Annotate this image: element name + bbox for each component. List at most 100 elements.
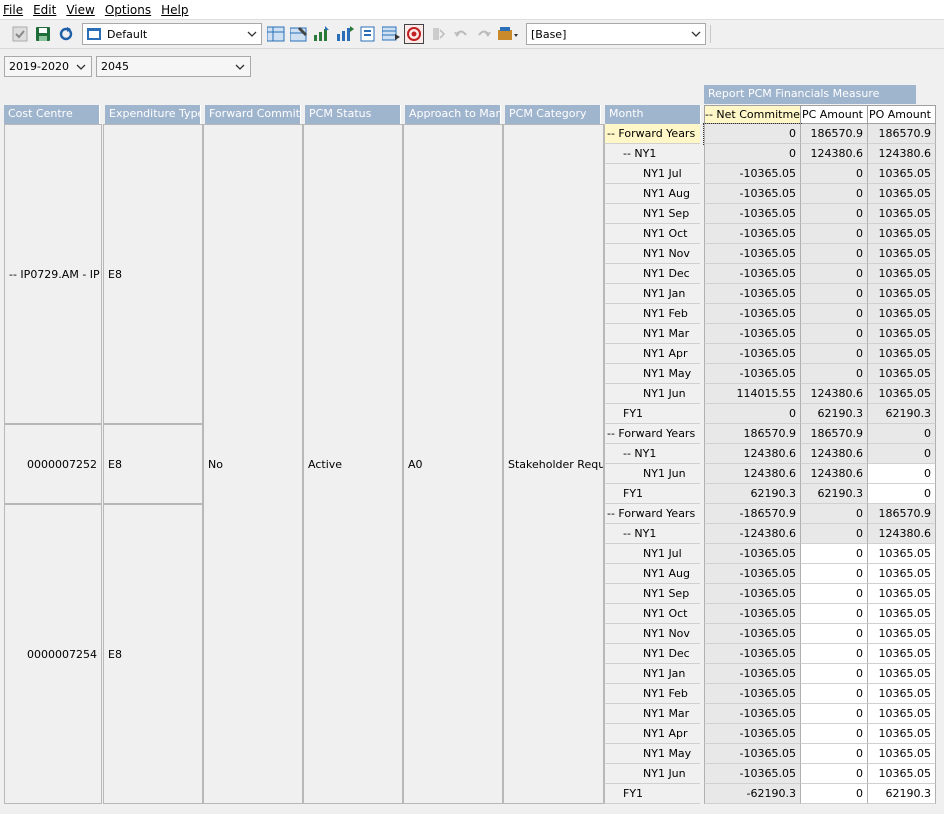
net-commitment-cell[interactable]: -10365.05	[704, 744, 801, 764]
po-amount-cell[interactable]: 10365.05	[868, 224, 936, 244]
year-select[interactable]: 2019-2020	[4, 56, 92, 77]
pc-amount-cell[interactable]: 0	[801, 544, 868, 564]
pc-amount-cell[interactable]: 0	[801, 284, 868, 304]
net-commitment-cell[interactable]: -10365.05	[704, 324, 801, 344]
approach-to-market-cell[interactable]: A0	[403, 124, 503, 804]
net-commitment-cell[interactable]: -10365.05	[704, 624, 801, 644]
refresh-icon[interactable]	[56, 24, 76, 44]
pcm-status-header[interactable]: PCM Status	[305, 105, 401, 124]
po-amount-cell[interactable]: 10365.05	[868, 604, 936, 624]
po-amount-cell[interactable]: 10365.05	[868, 164, 936, 184]
version-select[interactable]: 2045	[96, 56, 251, 77]
po-amount-cell[interactable]: 10365.05	[868, 384, 936, 404]
pc-amount-cell[interactable]: 0	[801, 364, 868, 384]
month-row-label[interactable]: NY1 Mar	[604, 704, 700, 724]
pc-amount-cell[interactable]: 0	[801, 224, 868, 244]
month-row-label[interactable]: FY1	[604, 784, 700, 804]
net-commitment-header[interactable]: -- Net Commitment	[704, 105, 811, 124]
document-icon[interactable]	[358, 24, 378, 44]
pc-amount-cell[interactable]: 0	[801, 184, 868, 204]
pc-amount-cell[interactable]: 124380.6	[801, 444, 868, 464]
net-commitment-cell[interactable]: -10365.05	[704, 604, 801, 624]
net-commitment-cell[interactable]: -10365.05	[704, 364, 801, 384]
pc-amount-cell[interactable]: 0	[801, 604, 868, 624]
forward-commitment-cell[interactable]: No	[203, 124, 303, 804]
net-commitment-cell[interactable]: -10365.05	[704, 244, 801, 264]
net-commitment-cell[interactable]: -186570.9	[704, 504, 801, 524]
month-row-label[interactable]: NY1 Jul	[604, 164, 700, 184]
expenditure-type-header[interactable]: Expenditure Type	[105, 105, 201, 124]
month-row-label[interactable]: NY1 Sep	[604, 584, 700, 604]
pc-amount-cell[interactable]: 186570.9	[801, 424, 868, 444]
net-commitment-cell[interactable]: -62190.3	[704, 784, 801, 804]
net-commitment-cell[interactable]: -10365.05	[704, 724, 801, 744]
net-commitment-cell[interactable]: 0	[704, 404, 801, 424]
net-commitment-cell[interactable]: -10365.05	[704, 344, 801, 364]
net-commitment-cell[interactable]: 124380.6	[704, 444, 801, 464]
month-row-label[interactable]: -- NY1	[604, 144, 700, 164]
month-row-label[interactable]: NY1 Apr	[604, 344, 700, 364]
cost-centre-cell[interactable]: 0000007254 - N	[4, 504, 102, 804]
month-row-label[interactable]: -- NY1	[604, 524, 700, 544]
view-select[interactable]: Default	[82, 23, 262, 45]
month-row-label[interactable]: NY1 Aug	[604, 564, 700, 584]
approach-to-market-header[interactable]: Approach to Market	[405, 105, 501, 124]
pc-amount-cell[interactable]: 0	[801, 744, 868, 764]
month-row-label[interactable]: NY1 Mar	[604, 324, 700, 344]
month-row-label[interactable]: NY1 Nov	[604, 244, 700, 264]
pc-amount-cell[interactable]: 0	[801, 204, 868, 224]
month-row-label[interactable]: NY1 Jan	[604, 284, 700, 304]
month-row-label[interactable]: -- Forward Years	[604, 424, 700, 444]
net-commitment-cell[interactable]: -10365.05	[704, 564, 801, 584]
po-amount-cell[interactable]: 10365.05	[868, 704, 936, 724]
month-row-label[interactable]: NY1 Jun	[604, 384, 700, 404]
measure-dimension-header[interactable]: Report PCM Financials Measure	[704, 85, 916, 104]
menu-help[interactable]: Help	[158, 1, 195, 19]
net-commitment-cell[interactable]: -10365.05	[704, 184, 801, 204]
month-row-label[interactable]: NY1 Oct	[604, 604, 700, 624]
pc-amount-cell[interactable]: 0	[801, 564, 868, 584]
po-amount-cell[interactable]: 10365.05	[868, 324, 936, 344]
pc-amount-cell[interactable]: 0	[801, 304, 868, 324]
chart-up-icon[interactable]	[312, 24, 332, 44]
month-row-label[interactable]: NY1 Feb	[604, 304, 700, 324]
po-amount-cell[interactable]: 10365.05	[868, 724, 936, 744]
month-row-label[interactable]: FY1	[604, 404, 700, 424]
month-row-label[interactable]: NY1 Oct	[604, 224, 700, 244]
po-amount-cell[interactable]: 10365.05	[868, 584, 936, 604]
month-header[interactable]: Month	[605, 105, 701, 124]
menu-options[interactable]: Options	[102, 1, 158, 19]
po-amount-cell[interactable]: 124380.6	[868, 524, 936, 544]
pc-amount-cell[interactable]: 0	[801, 164, 868, 184]
net-commitment-cell[interactable]: 0	[703, 123, 802, 145]
month-row-label[interactable]: NY1 Dec	[604, 264, 700, 284]
pcm-category-header[interactable]: PCM Category	[505, 105, 601, 124]
po-amount-cell[interactable]: 62190.3	[868, 404, 936, 424]
chart-export-icon[interactable]	[335, 24, 355, 44]
month-row-label[interactable]: NY1 Aug	[604, 184, 700, 204]
po-amount-cell[interactable]: 10365.05	[868, 244, 936, 264]
menu-edit[interactable]: Edit	[30, 1, 63, 19]
pc-amount-cell[interactable]: 0	[801, 624, 868, 644]
month-row-label[interactable]: NY1 May	[604, 364, 700, 384]
po-amount-cell[interactable]: 10365.05	[868, 304, 936, 324]
pc-amount-cell[interactable]: 0	[801, 684, 868, 704]
cost-centre-header[interactable]: Cost Centre	[4, 105, 100, 124]
po-amount-cell[interactable]: 0	[868, 444, 936, 464]
net-commitment-cell[interactable]: -10365.05	[704, 584, 801, 604]
net-commitment-cell[interactable]: -10365.05	[704, 204, 801, 224]
month-row-label[interactable]: -- Forward Years	[604, 124, 700, 144]
net-commitment-cell[interactable]: -10365.05	[704, 764, 801, 784]
month-row-label[interactable]: NY1 Sep	[604, 204, 700, 224]
month-row-label[interactable]: NY1 Jul	[604, 544, 700, 564]
po-amount-cell[interactable]: 10365.05	[868, 284, 936, 304]
cost-centre-cell[interactable]: 0000007252 - N	[4, 424, 102, 504]
po-amount-cell[interactable]: 10365.05	[868, 744, 936, 764]
po-amount-cell[interactable]: 0	[868, 484, 936, 504]
net-commitment-cell[interactable]: 114015.55	[704, 384, 801, 404]
net-commitment-cell[interactable]: 124380.6	[704, 464, 801, 484]
layout-icon[interactable]	[266, 24, 286, 44]
edit-layout-icon[interactable]	[289, 24, 309, 44]
po-amount-cell[interactable]: 10365.05	[868, 184, 936, 204]
net-commitment-cell[interactable]: -10365.05	[704, 664, 801, 684]
